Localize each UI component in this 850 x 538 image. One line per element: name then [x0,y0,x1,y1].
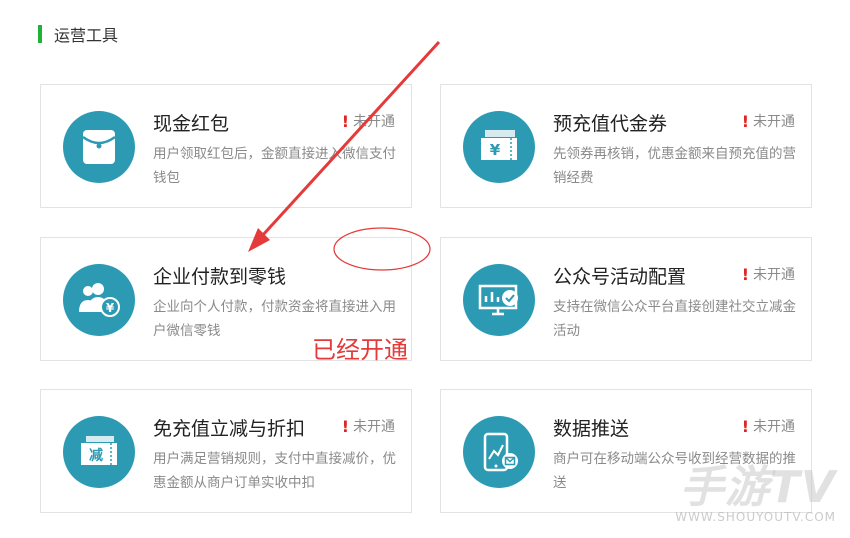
annotation-ellipse [333,227,431,271]
watermark-logo: 手游TV [679,462,836,513]
watermark: 手游TV WWW.SHOUYOUTV.COM [675,462,836,525]
annotation-label: 已经开通 [312,336,408,364]
watermark-url: WWW.SHOUYOUTV.COM [675,510,836,524]
